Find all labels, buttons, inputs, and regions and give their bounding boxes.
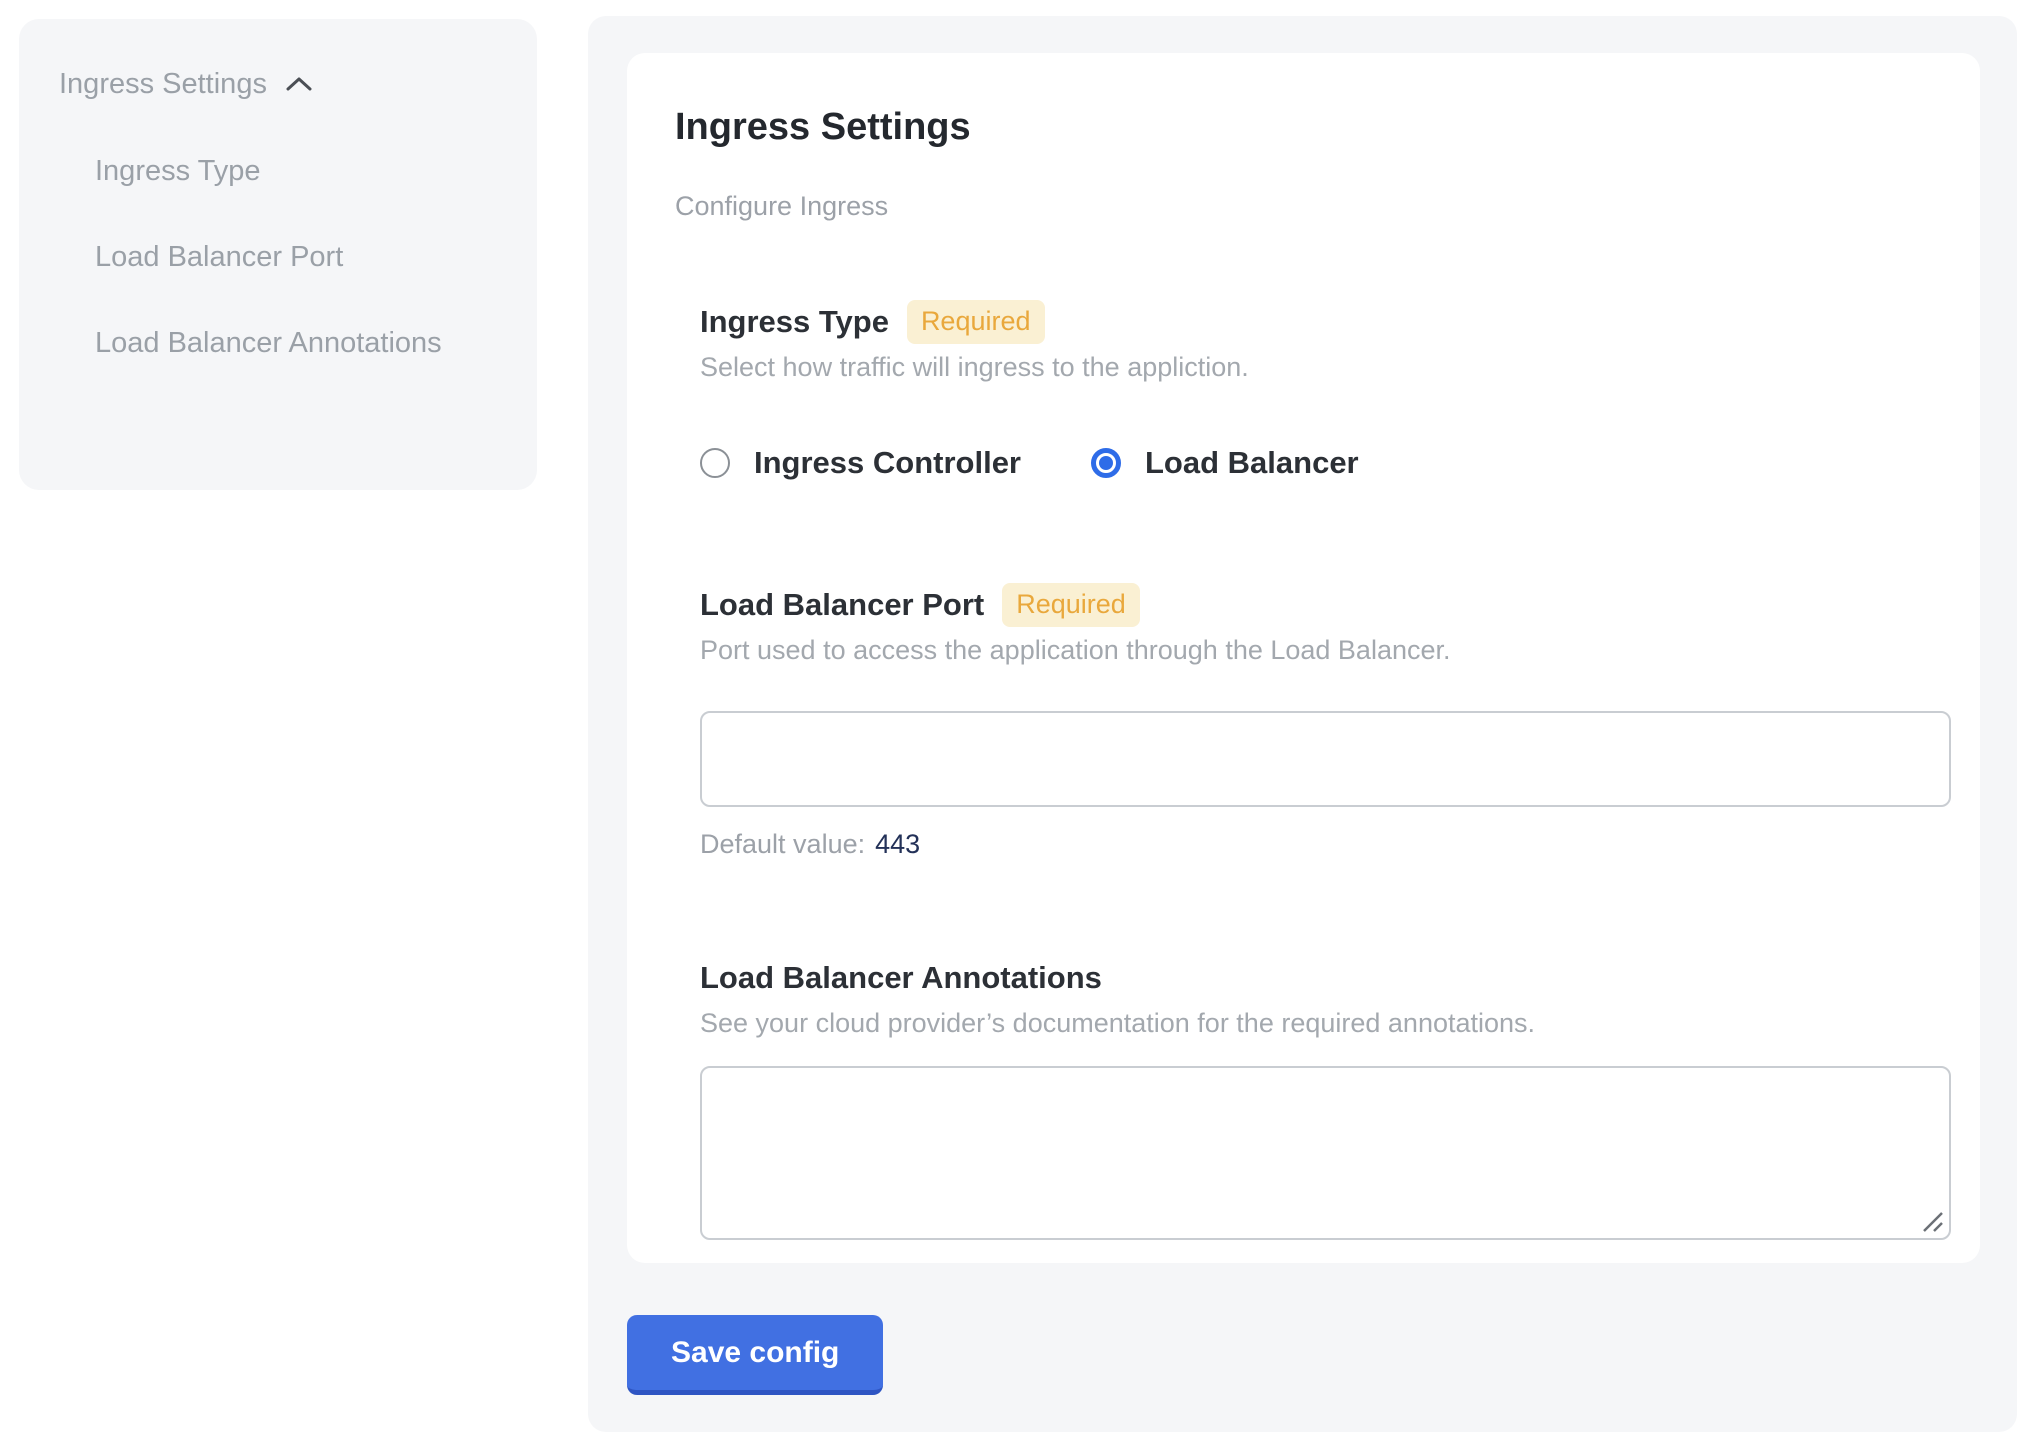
lb-annotations-label: Load Balancer Annotations xyxy=(700,960,1102,996)
main-panel: Ingress Settings Configure Ingress Ingre… xyxy=(588,16,2017,1432)
page-title: Ingress Settings xyxy=(675,105,1951,149)
resize-handle-icon[interactable] xyxy=(1920,1209,1946,1235)
lb-port-description: Port used to access the application thro… xyxy=(700,635,1951,666)
ingress-settings-card: Ingress Settings Configure Ingress Ingre… xyxy=(627,53,1980,1263)
sidebar-item-load-balancer-port[interactable]: Load Balancer Port xyxy=(95,228,465,286)
radio-label: Ingress Controller xyxy=(754,445,1021,481)
chevron-up-icon xyxy=(285,75,313,93)
lb-port-input[interactable] xyxy=(700,711,1951,807)
radio-option-ingress-controller[interactable]: Ingress Controller xyxy=(700,445,1021,481)
section-ingress-type: Ingress Type Required Select how traffic… xyxy=(700,300,1951,481)
section-load-balancer-port: Load Balancer Port Required Port used to… xyxy=(700,583,1951,860)
section-load-balancer-annotations: Load Balancer Annotations See your cloud… xyxy=(700,956,1951,1240)
sidebar-item-load-balancer-annotations[interactable]: Load Balancer Annotations xyxy=(95,314,465,372)
settings-sidebar: Ingress Settings Ingress Type Load Balan… xyxy=(19,19,537,490)
default-value: 443 xyxy=(875,829,920,859)
lb-annotations-textarea[interactable] xyxy=(700,1066,1951,1240)
radio-option-load-balancer[interactable]: Load Balancer xyxy=(1091,445,1359,481)
sidebar-item-ingress-settings[interactable]: Ingress Settings xyxy=(59,63,497,105)
required-badge: Required xyxy=(907,300,1045,344)
lb-port-label: Load Balancer Port xyxy=(700,587,984,623)
page-subtitle: Configure Ingress xyxy=(675,191,1951,222)
sidebar-parent-label: Ingress Settings xyxy=(59,63,267,105)
save-config-button[interactable]: Save config xyxy=(627,1315,883,1395)
radio-checked-icon xyxy=(1091,448,1121,478)
sidebar-item-ingress-type[interactable]: Ingress Type xyxy=(95,142,465,200)
radio-label: Load Balancer xyxy=(1145,445,1359,481)
ingress-type-description: Select how traffic will ingress to the a… xyxy=(700,352,1951,383)
radio-unchecked-icon xyxy=(700,448,730,478)
ingress-type-radio-group: Ingress Controller Load Balancer xyxy=(700,445,1951,481)
sidebar-sublist: Ingress Type Load Balancer Port Load Bal… xyxy=(95,142,497,372)
ingress-type-label: Ingress Type xyxy=(700,304,889,340)
lb-port-default-row: Default value: 443 xyxy=(700,829,1951,860)
required-badge: Required xyxy=(1002,583,1140,627)
default-value-prefix: Default value: xyxy=(700,829,865,859)
lb-annotations-description: See your cloud provider’s documentation … xyxy=(700,1008,1951,1039)
